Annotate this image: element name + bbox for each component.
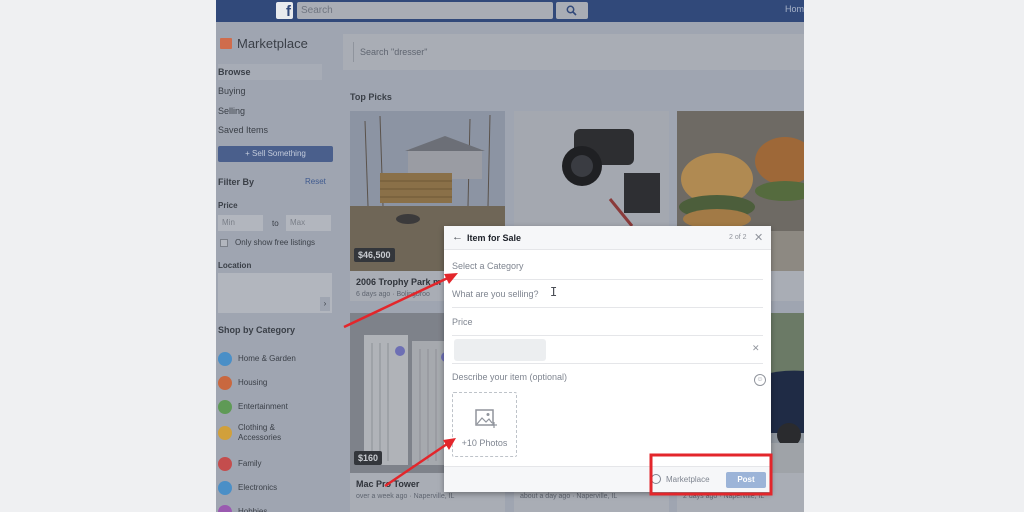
- redacted-location-value: [454, 339, 546, 361]
- category-icon: [218, 376, 232, 390]
- category-label: Family: [238, 459, 262, 468]
- category-item[interactable]: Clothing & Accessories: [218, 423, 298, 443]
- category-label: Hobbies: [238, 507, 268, 512]
- search-icon: [566, 5, 577, 16]
- category-icon: [218, 352, 232, 366]
- global-search-button[interactable]: [556, 2, 588, 19]
- add-photos-button[interactable]: +10 Photos: [452, 392, 517, 457]
- category-icon: [218, 481, 232, 495]
- listing-title: 2006 Trophy Park m: [356, 277, 442, 287]
- photos-label: +10 Photos: [461, 438, 508, 448]
- price-heading: Price: [218, 201, 238, 210]
- sidebar-item-browse[interactable]: Browse: [218, 64, 322, 80]
- marketplace-title: Marketplace: [220, 36, 308, 51]
- shop-by-category-heading: Shop by Category: [218, 325, 296, 335]
- dialog-header: ← Item for Sale 2 of 2 ✕: [444, 226, 771, 250]
- item-title-input[interactable]: What are you selling?: [452, 280, 763, 308]
- sidebar-item-buying[interactable]: Buying: [218, 83, 322, 99]
- marketplace-search-bar: Search "dresser": [343, 34, 804, 70]
- description-input[interactable]: Describe your item (optional): [452, 372, 567, 382]
- category-item[interactable]: Entertainment: [218, 400, 288, 414]
- price-min-input[interactable]: Min: [218, 215, 263, 231]
- free-listings-label: Only show free listings: [235, 238, 316, 247]
- listing-price: $46,500: [354, 248, 395, 262]
- left-sidebar: Marketplace Browse Buying Selling Saved …: [216, 24, 340, 512]
- dialog-footer: Marketplace Post: [444, 466, 771, 492]
- marketplace-icon: [220, 38, 232, 49]
- listing-price: $160: [354, 451, 383, 465]
- location-map[interactable]: [218, 273, 332, 313]
- category-item[interactable]: Housing: [218, 376, 267, 390]
- category-item[interactable]: Electronics: [218, 481, 277, 495]
- price-max-input[interactable]: Max: [286, 215, 331, 231]
- category-select[interactable]: Select a Category: [452, 252, 763, 280]
- category-label: Electronics: [238, 483, 278, 492]
- clear-location-icon[interactable]: ✕: [752, 343, 760, 354]
- filter-by-heading: Filter By: [218, 177, 255, 187]
- sell-something-button[interactable]: + Sell Something: [218, 146, 333, 162]
- photo-icon: [475, 409, 497, 428]
- category-icon: [218, 400, 232, 414]
- audience-selector[interactable]: Marketplace: [666, 475, 710, 484]
- location-map-handle[interactable]: ›: [320, 297, 330, 311]
- category-icon: [218, 457, 232, 471]
- dialog-title: Item for Sale: [467, 233, 522, 243]
- listing-meta: about a day ago · Naperville, IL: [520, 493, 618, 500]
- category-item[interactable]: Hobbies: [218, 505, 267, 512]
- free-listings-checkbox[interactable]: [220, 239, 228, 247]
- category-icon: [218, 505, 232, 512]
- category-label: Clothing & Accessories: [238, 423, 282, 442]
- marketplace-title-label: Marketplace: [237, 36, 308, 51]
- marketplace-search-input[interactable]: Search "dresser": [353, 42, 804, 62]
- back-arrow-icon[interactable]: ←: [452, 231, 463, 243]
- item-for-sale-dialog: ← Item for Sale 2 of 2 ✕ Select a Catego…: [444, 226, 771, 492]
- text-cursor-icon: I: [550, 285, 558, 299]
- close-icon[interactable]: ✕: [754, 231, 763, 244]
- post-button[interactable]: Post: [726, 472, 766, 488]
- category-label: Entertainment: [238, 402, 288, 411]
- listing-title: Mac Pro Tower: [356, 479, 420, 489]
- facebook-logo[interactable]: f: [276, 2, 293, 20]
- listing-meta: over a week ago · Naperville, IL: [356, 493, 455, 500]
- price-input[interactable]: Price: [452, 308, 763, 336]
- sidebar-item-saved-items[interactable]: Saved Items: [218, 122, 322, 138]
- category-item[interactable]: Family: [218, 457, 262, 471]
- global-search-input[interactable]: Search: [297, 2, 553, 19]
- price-to-label: to: [272, 219, 279, 228]
- home-link[interactable]: Hom: [785, 4, 804, 14]
- top-navigation-bar: f Search Hom: [216, 0, 804, 22]
- location-heading: Location: [218, 261, 252, 270]
- globe-icon: [651, 474, 661, 484]
- category-icon: [218, 426, 232, 440]
- sidebar-item-selling[interactable]: Selling: [218, 103, 322, 119]
- top-picks-heading: Top Picks: [350, 92, 392, 102]
- category-item[interactable]: Home & Garden: [218, 352, 296, 366]
- step-indicator: 2 of 2: [729, 234, 747, 241]
- reset-filters-link[interactable]: Reset: [305, 177, 326, 186]
- category-label: Housing: [238, 378, 268, 387]
- category-label: Home & Garden: [238, 354, 296, 363]
- listing-meta: 2 days ago · Naperville, IL: [683, 493, 765, 500]
- emoji-icon[interactable]: ☺: [754, 374, 766, 386]
- listing-meta: 6 days ago · Bolingbroo: [356, 291, 430, 298]
